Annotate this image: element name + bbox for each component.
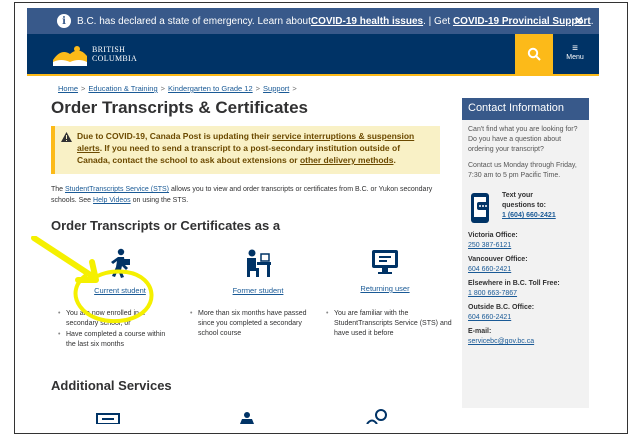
text-us-line-1: Text your: [502, 192, 533, 199]
search-icon: [527, 47, 541, 61]
breadcrumb: Home > Education & Training > Kindergarten t…: [58, 84, 297, 93]
search-button[interactable]: [515, 34, 553, 74]
monitor-icon: [372, 250, 398, 274]
victoria-phone-link[interactable]: 250 387-6121: [468, 242, 511, 249]
contact-para-2: Contact us Monday through Friday, 7:30 a…: [468, 162, 577, 179]
bc-logo[interactable]: BRITISH COLUMBIA: [51, 40, 137, 68]
toll-free-office: Elsewhere in B.C. Toll Free: 1 800 663-7…: [468, 280, 560, 297]
outside-bc-phone-link[interactable]: 604 660-2421: [468, 314, 511, 321]
help-videos-link[interactable]: Help Videos: [93, 197, 131, 204]
logo-line-2: COLUMBIA: [92, 54, 138, 63]
additional-services-title: Additional Services: [51, 378, 172, 393]
logo-line-1: BRITISH: [92, 45, 126, 54]
toll-free-phone-link[interactable]: 1 800 663-7867: [468, 290, 517, 297]
covid-notice: Due to COVID-19, Canada Post is updating…: [51, 126, 440, 174]
breadcrumb-home[interactable]: Home: [58, 84, 78, 93]
search-person-icon: [366, 409, 387, 424]
vancouver-office: Vancouver Office: 604 660-2421: [468, 256, 528, 273]
text-us-block: Text your questions to: 1 (604) 660-2421: [462, 191, 589, 225]
list-item: You are familiar with the StudentTranscr…: [326, 309, 456, 339]
text-us-line-2: questions to:: [502, 202, 546, 209]
vancouver-phone-link[interactable]: 604 660-2421: [468, 266, 511, 273]
breadcrumb-education[interactable]: Education & Training: [88, 84, 157, 93]
intro-paragraph: The StudentTranscripts Service (STS) all…: [51, 186, 433, 204]
current-student-option[interactable]: Current student: [85, 248, 155, 295]
alert-text-prefix: B.C. has declared a state of emergency. …: [77, 15, 311, 27]
contact-sidebar: Contact Information Can't find what you …: [462, 98, 589, 408]
current-student-link[interactable]: Current student: [85, 286, 155, 295]
breadcrumb-support[interactable]: Support: [263, 84, 289, 93]
covid-support-link[interactable]: COVID-19 Provincial Support: [453, 16, 591, 27]
desk-student-icon: [247, 249, 271, 277]
email-contact: E-mail: servicebc@gov.bc.ca: [468, 328, 535, 345]
walking-student-icon: [111, 248, 130, 278]
warning-icon: [61, 132, 72, 142]
site-header: BRITISH COLUMBIA ≡ Menu: [27, 34, 599, 76]
alert-text-mid: . | Get: [423, 15, 453, 27]
current-student-bullets: You are now enrolled in a secondary scho…: [58, 309, 168, 351]
page-title: Order Transcripts & Certificates: [51, 98, 308, 117]
person-desk-icon: [240, 412, 254, 424]
delivery-methods-link[interactable]: other delivery methods: [300, 155, 394, 165]
email-link[interactable]: servicebc@gov.bc.ca: [468, 338, 534, 345]
bc-logo-icon: [53, 46, 87, 66]
menu-label: Menu: [566, 54, 584, 61]
outside-bc-office: Outside B.C. Office: 604 660-2421: [468, 304, 535, 321]
phone-chat-icon: [471, 193, 489, 223]
close-icon[interactable]: ×: [575, 12, 583, 28]
hamburger-icon: ≡: [572, 43, 578, 54]
former-student-link[interactable]: Former student: [220, 286, 296, 295]
list-item: You are now enrolled in a secondary scho…: [58, 309, 168, 329]
breadcrumb-k12[interactable]: Kindergarten to Grade 12: [168, 84, 253, 93]
info-icon: i: [57, 14, 71, 28]
alert-text-suffix: .: [590, 15, 594, 27]
returning-user-option[interactable]: Returning user: [350, 248, 420, 293]
covid-alert-bar: i B.C. has declared a state of emergency…: [27, 8, 599, 34]
certificate-icon: [96, 413, 120, 424]
list-item: Have completed a course within the last …: [58, 330, 168, 350]
text-us-number-link[interactable]: 1 (604) 660-2421: [502, 212, 556, 219]
covid-health-link[interactable]: COVID-19 health issues: [311, 16, 423, 27]
returning-user-bullets: You are familiar with the StudentTranscr…: [326, 309, 456, 340]
menu-button[interactable]: ≡ Menu: [557, 38, 593, 72]
former-student-bullets: More than six months have passed since y…: [190, 309, 320, 340]
former-student-option[interactable]: Former student: [220, 248, 296, 295]
contact-para-1: Can't find what you are looking for? Do …: [468, 126, 578, 153]
victoria-office: Victoria Office: 250 387-6121: [468, 232, 518, 249]
sts-link[interactable]: StudentTranscripts Service (STS): [65, 186, 169, 193]
order-section-title: Order Transcripts or Certificates as a: [51, 218, 281, 233]
returning-user-link[interactable]: Returning user: [350, 284, 420, 293]
list-item: More than six months have passed since y…: [190, 309, 320, 339]
contact-title: Contact Information: [462, 98, 589, 120]
